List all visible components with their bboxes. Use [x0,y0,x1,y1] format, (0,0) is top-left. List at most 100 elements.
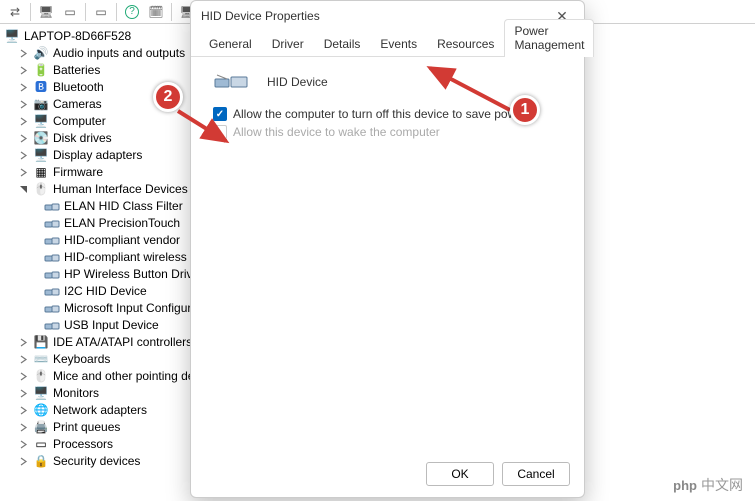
chevron-right-icon[interactable] [18,167,29,178]
category-icon: 📷 [33,97,49,113]
separator [85,3,86,21]
cancel-button[interactable]: Cancel [502,462,570,486]
tree-label: Computer [53,113,106,130]
category-icon: 🖱️ [33,182,49,198]
checkbox-label: Allow the computer to turn off this devi… [233,107,527,121]
category-icon: ▭ [33,437,49,453]
tree-label: HID-compliant vendor [64,232,180,249]
dialog-title: HID Device Properties [201,9,550,23]
tree-label: USB Input Device [64,317,159,334]
toolbar-btn[interactable]: 🗓 [145,2,167,22]
computer-icon: 🖥️ [4,29,20,45]
tree-label: Keyboards [53,351,110,368]
category-icon: 🔋 [33,63,49,79]
tree-label: Human Interface Devices [53,181,188,198]
tree-label: IDE ATA/ATAPI controllers [53,334,192,351]
chevron-right-icon[interactable] [18,354,29,365]
watermark-brand: php [673,478,697,493]
category-icon: 🖥️ [33,114,49,130]
toolbar-btn[interactable]: ▭ [59,2,81,22]
category-icon: 🖥️ [33,148,49,164]
chevron-right-icon[interactable] [18,422,29,433]
checkbox-icon: ✓ [213,107,227,121]
device-name: HID Device [267,75,328,89]
tree-label: Print queues [53,419,120,436]
tree-label: HID-compliant wireless [64,249,187,266]
tree-label: Network adapters [53,402,147,419]
tree-label: Security devices [53,453,140,470]
tree-label: Processors [53,436,113,453]
tab-driver[interactable]: Driver [262,32,314,56]
chevron-right-icon[interactable] [18,133,29,144]
checkbox-wake-computer: Allow this device to wake the computer [213,125,570,139]
separator [116,3,117,21]
chevron-right-icon[interactable] [18,456,29,467]
chevron-right-icon[interactable] [18,439,29,450]
tab-power-management[interactable]: Power Management [504,19,594,57]
category-icon: ⌨️ [33,352,49,368]
toolbar-btn[interactable]: ▭ [90,2,112,22]
chevron-right-icon[interactable] [18,388,29,399]
tab-resources[interactable]: Resources [427,32,504,56]
chevron-right-icon[interactable] [18,65,29,76]
ok-button[interactable]: OK [426,462,494,486]
category-icon: 💽 [33,131,49,147]
tree-label: Bluetooth [53,79,104,96]
tree-label: Cameras [53,96,102,113]
dialog-button-row: OK Cancel [191,451,584,497]
annotation-badge-2: 2 [153,82,183,112]
tab-details[interactable]: Details [314,32,371,56]
tree-label: I2C HID Device [64,283,147,300]
category-icon: 🅱 [33,80,49,96]
toolbar-btn[interactable]: ⇄ [4,2,26,22]
tree-label: HP Wireless Button Driver [64,266,203,283]
chevron-right-icon[interactable] [18,48,29,59]
hid-device-icon [213,71,249,93]
chevron-right-icon[interactable] [18,337,29,348]
computer-name: LAPTOP-8D66F528 [24,28,131,45]
chevron-right-icon[interactable] [18,82,29,93]
tab-general[interactable]: General [199,32,262,56]
hid-device-icon [44,233,60,249]
tree-label: Disk drives [53,130,112,147]
toolbar-btn[interactable]: 🖥 [35,2,57,22]
toolbar-help-btn[interactable]: ? [121,2,143,22]
hid-device-icon [44,267,60,283]
tree-label: Firmware [53,164,103,181]
tree-label: Monitors [53,385,99,402]
chevron-right-icon[interactable] [18,405,29,416]
category-icon: 🌐 [33,403,49,419]
watermark: php 中文网 [673,475,743,495]
chevron-right-icon[interactable] [18,99,29,110]
tab-strip: GeneralDriverDetailsEventsResourcesPower… [191,31,584,57]
tree-label: Display adapters [53,147,142,164]
chevron-down-icon[interactable] [18,184,29,195]
hid-device-icon [44,216,60,232]
category-icon: 🖱️ [33,369,49,385]
chevron-right-icon[interactable] [18,116,29,127]
category-icon: 🔊 [33,46,49,62]
separator [171,3,172,21]
separator [30,3,31,21]
annotation-badge-1: 1 [510,95,540,125]
tree-label: Audio inputs and outputs [53,45,185,62]
hid-device-icon [44,301,60,317]
category-icon: 💾 [33,335,49,351]
category-icon: 🖥️ [33,386,49,402]
tree-label: ELAN PrecisionTouch [64,215,180,232]
checkbox-label: Allow this device to wake the computer [233,125,440,139]
category-icon: 🖨️ [33,420,49,436]
tab-events[interactable]: Events [370,32,427,56]
hid-device-icon [44,318,60,334]
hid-device-icon [44,199,60,215]
hid-device-icon [44,250,60,266]
category-icon: 🔒 [33,454,49,470]
category-icon: ▦ [33,165,49,181]
watermark-text: 中文网 [701,475,743,495]
tree-label: ELAN HID Class Filter [64,198,183,215]
chevron-right-icon[interactable] [18,150,29,161]
tree-label: Batteries [53,62,100,79]
hid-device-icon [44,284,60,300]
properties-dialog: HID Device Properties ✕ GeneralDriverDet… [190,0,585,498]
chevron-right-icon[interactable] [18,371,29,382]
